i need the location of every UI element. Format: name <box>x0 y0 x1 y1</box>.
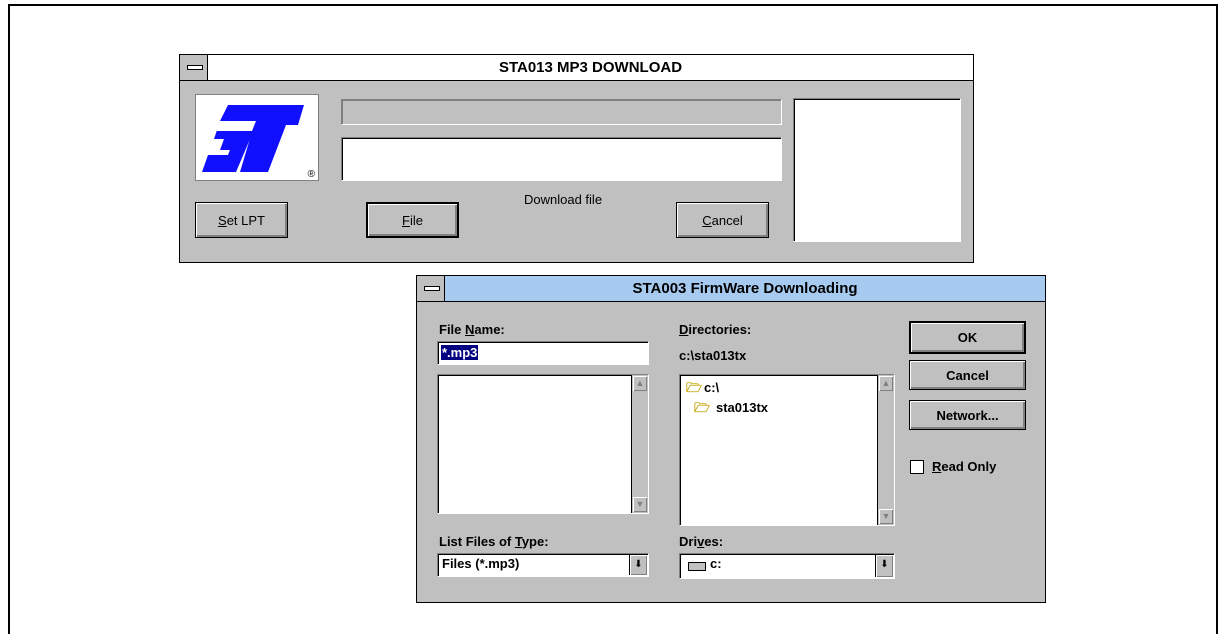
dialog-system-menu-button[interactable] <box>417 276 445 301</box>
scroll-up-icon[interactable]: ▲ <box>879 376 893 391</box>
scroll-down-icon[interactable]: ▼ <box>633 497 647 512</box>
system-menu-icon <box>187 65 203 70</box>
system-menu-button[interactable] <box>180 55 208 80</box>
scroll-down-icon[interactable]: ▼ <box>879 509 893 524</box>
dialog-cancel-button[interactable]: Cancel <box>909 360 1026 390</box>
open-folder-icon: 🗁 <box>694 400 711 415</box>
title-bar: STA013 MP3 DOWNLOAD <box>180 55 973 81</box>
file-button[interactable]: File <box>366 202 459 238</box>
progress-bar <box>341 99 782 125</box>
dialog-title: STA003 FirmWare Downloading <box>632 280 858 297</box>
st-logo-icon <box>202 105 304 172</box>
file-name-value: *.mp3 <box>441 345 479 360</box>
status-label: Download file <box>524 192 603 207</box>
status-field <box>341 137 782 181</box>
file-list[interactable]: ▲ ▼ <box>437 374 649 514</box>
current-directory: c:\sta013tx <box>679 348 747 363</box>
set-lpt-button[interactable]: Set LPT <box>195 202 288 238</box>
scroll-up-icon[interactable]: ▲ <box>633 376 647 391</box>
drive-value: c: <box>710 556 722 571</box>
read-only-checkbox[interactable] <box>910 460 924 474</box>
cancel-button[interactable]: Cancel <box>676 202 769 238</box>
read-only-label: Read Only <box>932 459 997 474</box>
ok-button[interactable]: OK <box>909 321 1026 354</box>
directory-item[interactable]: 🗁 sta013tx <box>694 399 768 421</box>
registered-mark: ® <box>307 169 315 180</box>
dialog-title-bar: STA003 FirmWare Downloading <box>417 276 1045 302</box>
network-button[interactable]: Network... <box>909 400 1026 430</box>
file-name-label: File Name: <box>439 322 505 337</box>
directory-list[interactable]: 🗁 c:\ 🗁 sta013tx ▲ ▼ <box>679 374 895 526</box>
file-type-value: Files (*.mp3) <box>442 556 520 571</box>
file-name-input[interactable]: *.mp3 <box>437 341 649 365</box>
open-folder-icon: 🗁 <box>686 380 703 395</box>
drives-label: Drives: <box>679 534 724 549</box>
st-logo: ® <box>195 94 319 181</box>
directory-list-scrollbar[interactable]: ▲ ▼ <box>877 375 894 525</box>
drive-icon <box>688 562 706 571</box>
directories-label: Directories: <box>679 322 752 337</box>
drives-dropdown[interactable]: c: ⬇ <box>679 553 895 579</box>
dropdown-arrow-icon[interactable]: ⬇ <box>629 555 647 575</box>
file-open-dialog: STA003 FirmWare Downloading File Name: *… <box>416 275 1046 603</box>
dropdown-arrow-icon[interactable]: ⬇ <box>875 555 893 577</box>
window-title: STA013 MP3 DOWNLOAD <box>498 59 683 76</box>
file-type-dropdown[interactable]: Files (*.mp3) ⬇ <box>437 553 649 577</box>
file-type-label: List Files of Type: <box>439 534 549 549</box>
side-panel <box>793 98 961 242</box>
mp3-download-window: STA013 MP3 DOWNLOAD ® Download file Set … <box>179 54 974 263</box>
system-menu-icon <box>424 286 440 291</box>
directory-item[interactable]: 🗁 c:\ <box>686 379 719 401</box>
file-list-scrollbar[interactable]: ▲ ▼ <box>631 375 648 513</box>
